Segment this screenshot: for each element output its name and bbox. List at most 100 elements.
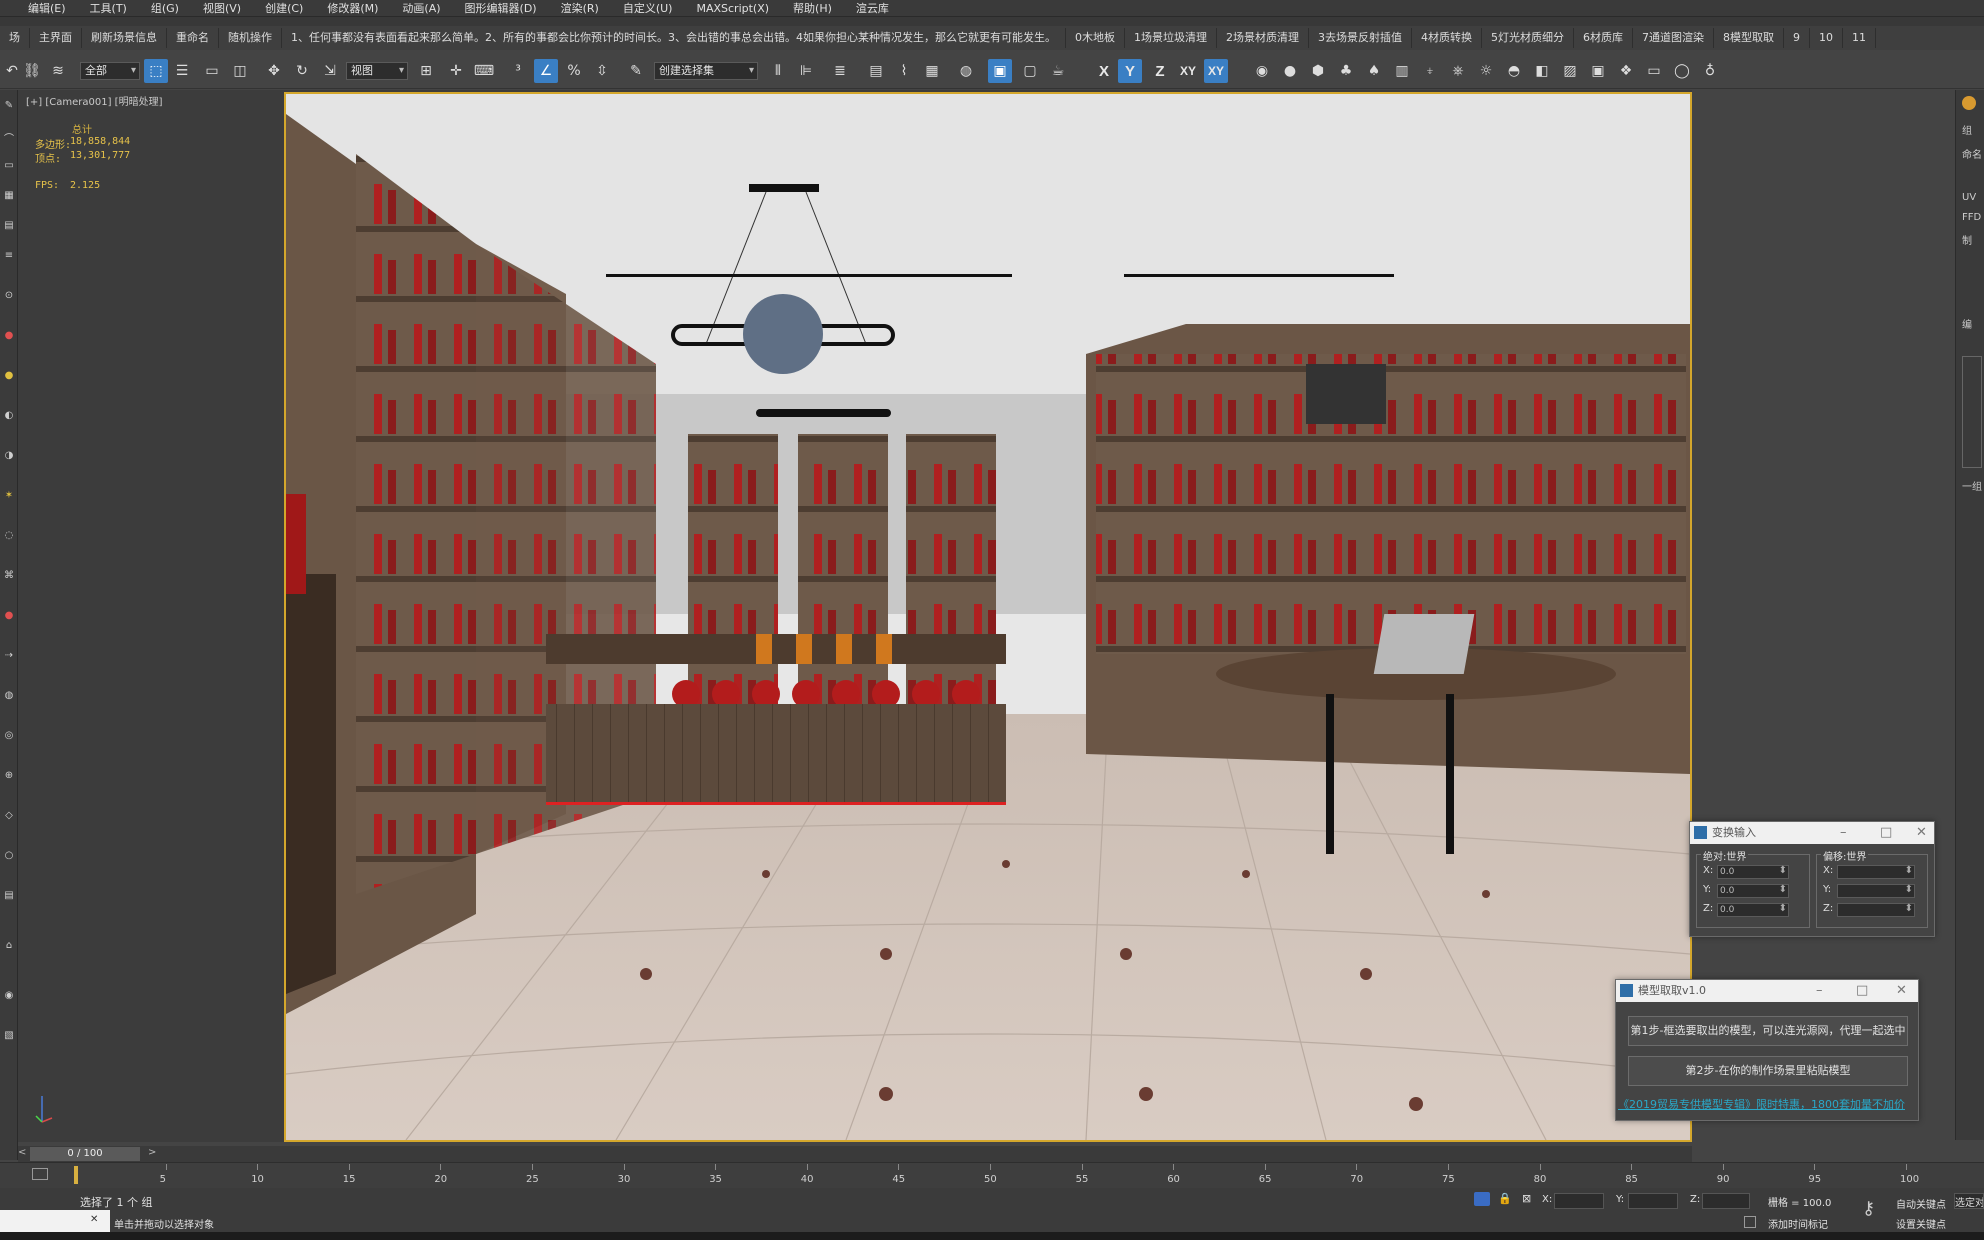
status-y-field[interactable] bbox=[1628, 1193, 1678, 1209]
move-icon[interactable]: ✥ bbox=[262, 59, 286, 83]
percent-snap-icon[interactable]: % bbox=[562, 59, 586, 83]
viewport-label[interactable]: [+] [Camera001] [明暗处理] bbox=[26, 93, 162, 108]
script-btn-refresh[interactable]: 刷新场景信息 bbox=[82, 28, 167, 48]
strip-icon-23[interactable]: ⌂ bbox=[2, 940, 16, 952]
tree-icon[interactable]: ♠ bbox=[1362, 59, 1386, 83]
keyboard-shortcut-icon[interactable]: ⌨ bbox=[472, 59, 496, 83]
script-btn-9[interactable]: 9 bbox=[1784, 28, 1810, 48]
strip-icon-18[interactable]: ◎ bbox=[2, 730, 16, 742]
dome-icon[interactable]: ◓ bbox=[1502, 59, 1526, 83]
camera-icon[interactable]: ◧ bbox=[1530, 59, 1554, 83]
axis-xy-button[interactable]: XY bbox=[1176, 59, 1200, 83]
menu-views[interactable]: 视图(V) bbox=[191, 0, 253, 16]
bind-spacewarp-icon[interactable]: ≋ bbox=[46, 59, 70, 83]
schematic-view-icon[interactable]: ▦ bbox=[920, 59, 944, 83]
image-icon[interactable]: ▨ bbox=[1558, 59, 1582, 83]
time-tag-checkbox[interactable] bbox=[1744, 1216, 1756, 1228]
script-btn-scene[interactable]: 场 bbox=[0, 28, 30, 48]
set-key-button[interactable]: 设置关键点 bbox=[1896, 1216, 1946, 1231]
strip-icon-8[interactable]: ● bbox=[2, 330, 16, 342]
script-btn-5[interactable]: 5灯光材质细分 bbox=[1482, 28, 1574, 48]
menu-rendering[interactable]: 渲染(R) bbox=[549, 0, 611, 16]
script-btn-6[interactable]: 6材质库 bbox=[1574, 28, 1633, 48]
slider-next-icon[interactable]: > bbox=[148, 1147, 158, 1161]
table-icon[interactable]: ▥ bbox=[1390, 59, 1414, 83]
lightbulb-icon[interactable]: ♁ bbox=[1698, 59, 1722, 83]
close-icon[interactable]: ✕ bbox=[1896, 980, 1907, 1002]
lock-icon[interactable]: 🔒 bbox=[1498, 1192, 1512, 1205]
strip-icon-24[interactable]: ◉ bbox=[2, 990, 16, 1002]
rp-label-make[interactable]: 制 bbox=[1962, 232, 1972, 247]
rp-label-group[interactable]: 组 bbox=[1962, 122, 1972, 137]
snap-3d-icon[interactable]: ³ bbox=[506, 59, 530, 83]
select-object-icon[interactable]: ⬚ bbox=[144, 59, 168, 83]
time-slider-thumb[interactable]: 0 / 100 bbox=[30, 1147, 140, 1161]
menu-edit[interactable]: 编辑(E) bbox=[0, 0, 78, 16]
spinner-snap-icon[interactable]: ⇳ bbox=[590, 59, 614, 83]
off-z-spinner[interactable] bbox=[1837, 903, 1915, 917]
menu-group[interactable]: 组(G) bbox=[139, 0, 191, 16]
edit-named-sets-icon[interactable]: ✎ bbox=[624, 59, 648, 83]
mirror-icon[interactable]: ⫴ bbox=[766, 59, 790, 83]
abs-y-spinner[interactable]: 0.0 bbox=[1717, 884, 1789, 898]
maximize-icon[interactable]: □ bbox=[1880, 822, 1892, 844]
render-setup-icon[interactable]: ▣ bbox=[988, 59, 1012, 83]
link-icon[interactable]: ⛓ bbox=[20, 59, 44, 83]
select-manipulate-icon[interactable]: ✛ bbox=[444, 59, 468, 83]
model-dialog-titlebar[interactable]: 模型取取v1.0 – □ ✕ bbox=[1616, 980, 1918, 1002]
strip-icon-11[interactable]: ◑ bbox=[2, 450, 16, 462]
strip-icon-14[interactable]: ⌘ bbox=[2, 570, 16, 582]
abs-x-spinner[interactable]: 0.0 bbox=[1717, 865, 1789, 879]
menu-create[interactable]: 创建(C) bbox=[253, 0, 315, 16]
status-x-field[interactable] bbox=[1554, 1193, 1604, 1209]
perspective-viewport[interactable] bbox=[284, 92, 1692, 1142]
menu-maxscript[interactable]: MAXScript(X) bbox=[684, 2, 781, 15]
script-btn-4[interactable]: 4材质转换 bbox=[1412, 28, 1482, 48]
render-elements-icon[interactable]: ❖ bbox=[1614, 59, 1638, 83]
scene-explorer-icon[interactable]: ▤ bbox=[864, 59, 888, 83]
strip-icon-25[interactable]: ▧ bbox=[2, 1030, 16, 1042]
curve-editor-icon[interactable]: ⌇ bbox=[892, 59, 916, 83]
promo-link[interactable]: 《2019贸易专供模型专辑》限时特惠，1800套加量不加价 bbox=[1618, 1096, 1905, 1112]
script-btn-7[interactable]: 7通道图渲染 bbox=[1633, 28, 1714, 48]
layer-manager-icon[interactable]: ≣ bbox=[828, 59, 852, 83]
axis-x-button[interactable]: X bbox=[1092, 59, 1116, 83]
rp-label-ffd[interactable]: FFD bbox=[1962, 212, 1981, 223]
rp-label-edit[interactable]: 编 bbox=[1962, 316, 1972, 331]
off-x-spinner[interactable] bbox=[1837, 865, 1915, 879]
window-crossing-icon[interactable]: ◫ bbox=[228, 59, 252, 83]
add-time-tag[interactable]: 添加时间标记 bbox=[1768, 1216, 1828, 1231]
rp-label-group2[interactable]: 一组 bbox=[1962, 478, 1982, 493]
menu-render-cloud[interactable]: 渲云库 bbox=[844, 0, 901, 16]
minimize-icon[interactable]: – bbox=[1840, 822, 1847, 844]
script-btn-10[interactable]: 10 bbox=[1810, 28, 1843, 48]
scatter-icon[interactable]: ♣ bbox=[1334, 59, 1358, 83]
script-btn-3[interactable]: 3去场景反射插值 bbox=[1309, 28, 1412, 48]
modifier-stack[interactable] bbox=[1962, 356, 1982, 468]
slider-prev-icon[interactable]: < bbox=[18, 1147, 28, 1161]
light-ies-icon[interactable]: ⎈ bbox=[1446, 59, 1470, 83]
off-y-spinner[interactable] bbox=[1837, 884, 1915, 898]
select-by-name-icon[interactable]: ☰ bbox=[170, 59, 194, 83]
listener-close-icon[interactable]: ✕ bbox=[90, 1214, 98, 1225]
strip-icon-12[interactable]: ✶ bbox=[2, 490, 16, 502]
key-icon[interactable]: ⚷ bbox=[1862, 1198, 1875, 1219]
isolate-icon[interactable] bbox=[1474, 1192, 1490, 1206]
abs-z-spinner[interactable]: 0.0 bbox=[1717, 903, 1789, 917]
proxy-icon[interactable]: ⬢ bbox=[1306, 59, 1330, 83]
strip-icon-5[interactable]: ▤ bbox=[2, 220, 16, 232]
named-selection-dropdown[interactable]: 创建选择集 bbox=[654, 62, 758, 80]
strip-icon-21[interactable]: ○ bbox=[2, 850, 16, 862]
time-cursor[interactable] bbox=[74, 1166, 78, 1184]
script-btn-11[interactable]: 11 bbox=[1843, 28, 1876, 48]
strip-icon-9[interactable]: ● bbox=[2, 370, 16, 382]
strip-icon-1[interactable]: ✎ bbox=[2, 100, 16, 112]
script-btn-1[interactable]: 1场景垃圾清理 bbox=[1125, 28, 1217, 48]
script-btn-random[interactable]: 随机操作 bbox=[219, 28, 282, 48]
strip-icon-20[interactable]: ◇ bbox=[2, 810, 16, 822]
axis-z-button[interactable]: Z bbox=[1148, 59, 1172, 83]
physcam-icon[interactable]: ▣ bbox=[1586, 59, 1610, 83]
script-btn-rename[interactable]: 重命名 bbox=[167, 28, 219, 48]
strip-icon-15[interactable]: ● bbox=[2, 610, 16, 622]
render-frame-icon[interactable]: ▢ bbox=[1018, 59, 1042, 83]
